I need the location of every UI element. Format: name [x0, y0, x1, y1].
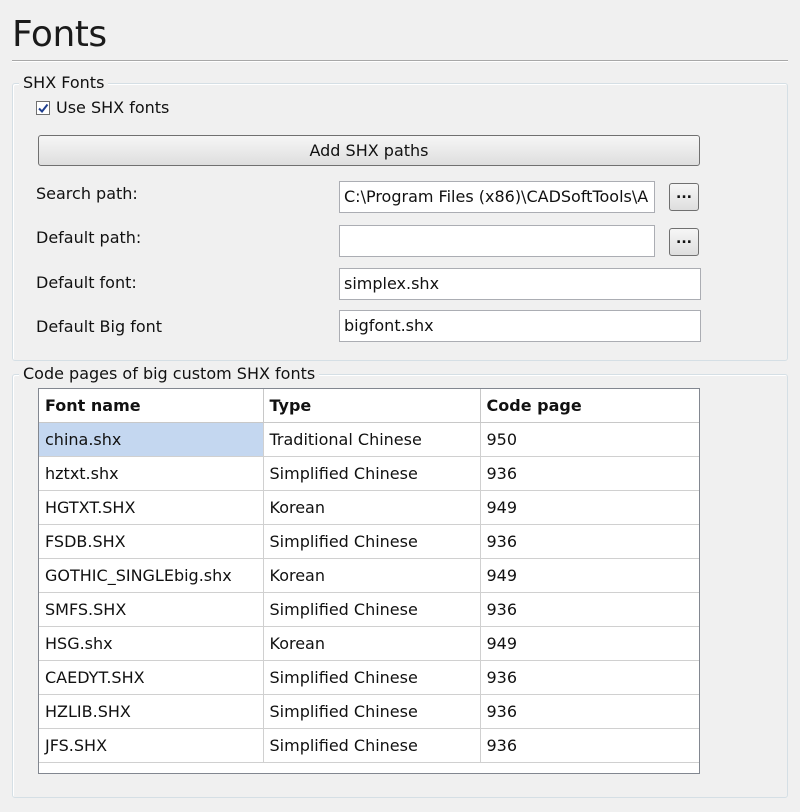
- add-shx-paths-button[interactable]: Add SHX paths: [38, 135, 700, 166]
- default-big-font-field[interactable]: bigfont.shx: [339, 310, 701, 342]
- default-path-label: Default path:: [36, 228, 142, 247]
- type-cell[interactable]: Korean: [263, 490, 481, 525]
- code-page-cell[interactable]: 949: [480, 626, 699, 661]
- default-font-label: Default font:: [36, 273, 137, 292]
- search-path-label: Search path:: [36, 184, 138, 203]
- page-title: Fonts: [12, 14, 107, 55]
- code-pages-legend: Code pages of big custom SHX fonts: [19, 364, 320, 384]
- table-row[interactable]: hztxt.shx Simplified Chinese 936: [39, 456, 699, 491]
- table-row[interactable]: GOTHIC_SINGLEbig.shx Korean 949: [39, 558, 699, 593]
- use-shx-label: Use SHX fonts: [56, 98, 170, 117]
- table-row[interactable]: JFS.SHX Simplified Chinese 936: [39, 728, 699, 763]
- code-pages-grid[interactable]: Font name Type Code page china.shx Tradit…: [38, 388, 700, 774]
- search-path-field[interactable]: C:\Program Files (x86)\CADSoftTools\A: [339, 181, 655, 213]
- column-header-code-page[interactable]: Code page: [480, 389, 699, 423]
- code-page-cell[interactable]: 936: [480, 524, 699, 559]
- type-cell[interactable]: Simplified Chinese: [263, 524, 481, 559]
- default-path-field[interactable]: [339, 225, 655, 257]
- default-font-field[interactable]: simplex.shx: [339, 268, 701, 300]
- code-page-cell[interactable]: 949: [480, 490, 699, 525]
- font-name-cell[interactable]: GOTHIC_SINGLEbig.shx: [39, 558, 264, 593]
- type-cell[interactable]: Simplified Chinese: [263, 660, 481, 695]
- font-name-cell[interactable]: china.shx: [39, 422, 264, 457]
- table-row[interactable]: CAEDYT.SHX Simplified Chinese 936: [39, 660, 699, 695]
- use-shx-checkbox[interactable]: [36, 100, 50, 115]
- code-page-cell[interactable]: 950: [480, 422, 699, 457]
- type-cell[interactable]: Simplified Chinese: [263, 592, 481, 627]
- table-row[interactable]: SMFS.SHX Simplified Chinese 936: [39, 592, 699, 627]
- table-header-row: Font name Type Code page: [39, 389, 699, 423]
- code-page-cell[interactable]: 936: [480, 592, 699, 627]
- code-page-cell[interactable]: 936: [480, 728, 699, 763]
- table-row[interactable]: china.shx Traditional Chinese 950: [39, 422, 699, 457]
- font-name-cell[interactable]: FSDB.SHX: [39, 524, 264, 559]
- column-header-font-name[interactable]: Font name: [39, 389, 264, 423]
- type-cell[interactable]: Simplified Chinese: [263, 694, 481, 729]
- default-big-font-label: Default Big font: [36, 317, 163, 336]
- font-name-cell[interactable]: JFS.SHX: [39, 728, 264, 763]
- code-page-cell[interactable]: 949: [480, 558, 699, 593]
- table-row[interactable]: FSDB.SHX Simplified Chinese 936: [39, 524, 699, 559]
- shx-fonts-legend: SHX Fonts: [19, 73, 109, 93]
- type-cell[interactable]: Traditional Chinese: [263, 422, 481, 457]
- font-name-cell[interactable]: SMFS.SHX: [39, 592, 264, 627]
- use-shx-checkbox-row[interactable]: Use SHX fonts: [36, 98, 169, 117]
- font-name-cell[interactable]: HZLIB.SHX: [39, 694, 264, 729]
- type-cell[interactable]: Simplified Chinese: [263, 456, 481, 491]
- font-name-cell[interactable]: HSG.shx: [39, 626, 264, 661]
- code-page-cell[interactable]: 936: [480, 694, 699, 729]
- checkmark-icon: [38, 103, 49, 113]
- type-cell[interactable]: Korean: [263, 626, 481, 661]
- table-row[interactable]: HGTXT.SHX Korean 949: [39, 490, 699, 525]
- font-name-cell[interactable]: HGTXT.SHX: [39, 490, 264, 525]
- code-page-cell[interactable]: 936: [480, 456, 699, 491]
- table-row[interactable]: HZLIB.SHX Simplified Chinese 936: [39, 694, 699, 729]
- font-name-cell[interactable]: hztxt.shx: [39, 456, 264, 491]
- title-divider: [12, 60, 788, 62]
- type-cell[interactable]: Korean: [263, 558, 481, 593]
- table-row[interactable]: HSG.shx Korean 949: [39, 626, 699, 661]
- code-pages-table: Font name Type Code page china.shx Tradit…: [39, 389, 699, 763]
- search-path-browse-button[interactable]: ...: [669, 183, 699, 211]
- code-page-cell[interactable]: 936: [480, 660, 699, 695]
- type-cell[interactable]: Simplified Chinese: [263, 728, 481, 763]
- column-header-type[interactable]: Type: [263, 389, 481, 423]
- font-name-cell[interactable]: CAEDYT.SHX: [39, 660, 264, 695]
- default-path-browse-button[interactable]: ...: [669, 228, 699, 256]
